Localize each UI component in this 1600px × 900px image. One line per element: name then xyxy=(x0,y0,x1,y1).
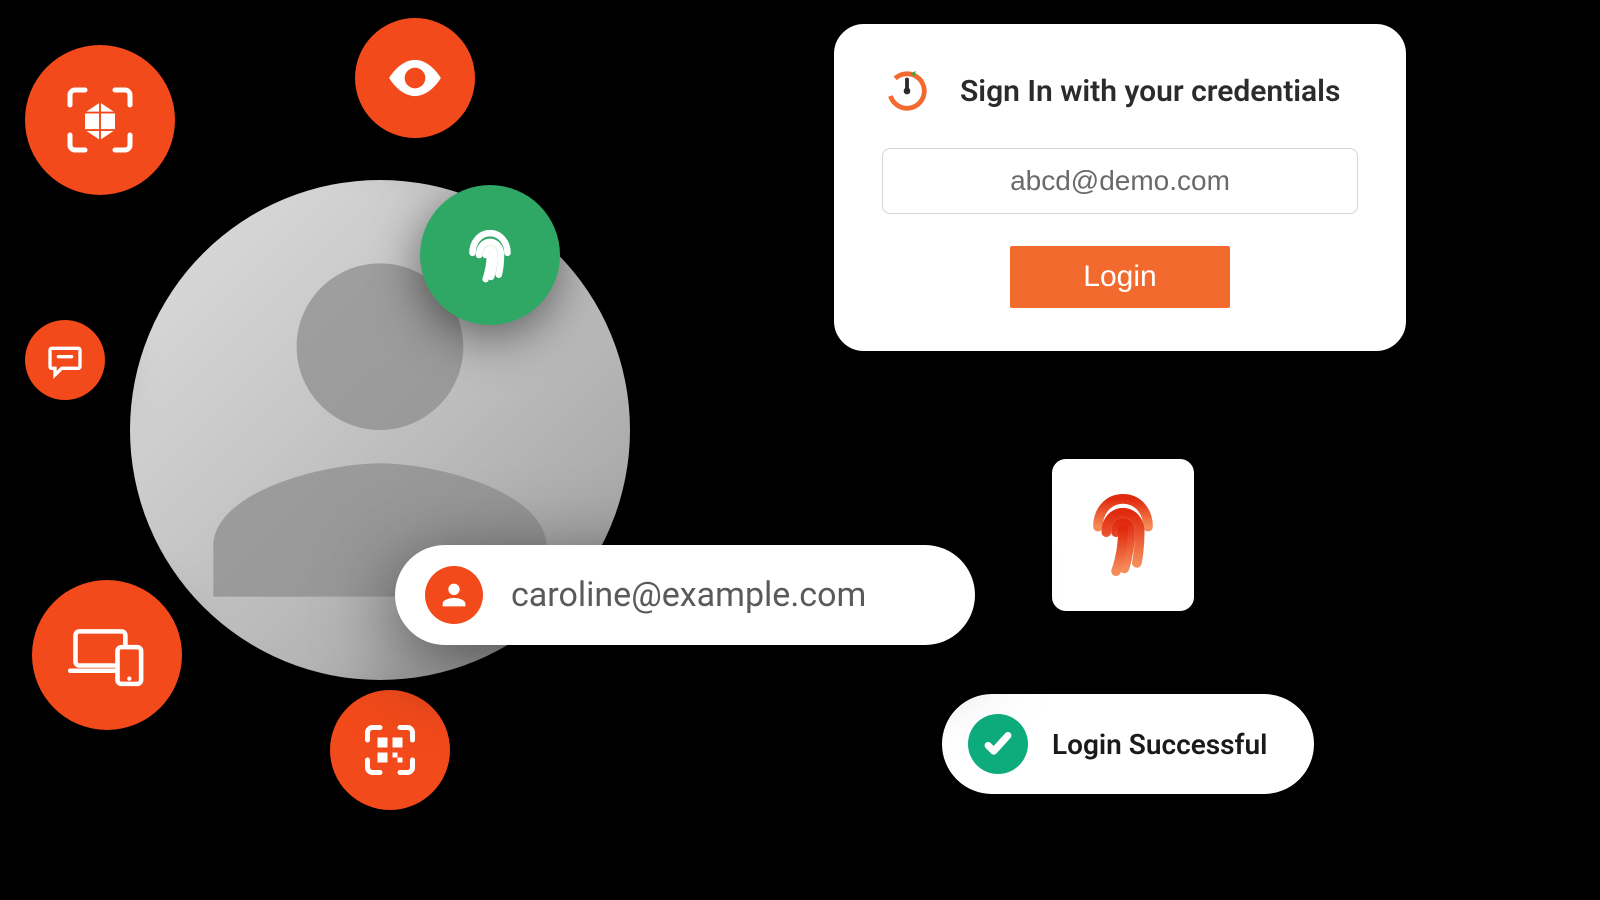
connector-line xyxy=(1050,405,1117,409)
signin-card: Sign In with your credentials Login xyxy=(830,20,1410,355)
login-button[interactable]: Login xyxy=(1010,246,1230,308)
connector-line xyxy=(1115,355,1119,410)
chat-icon xyxy=(25,320,105,400)
face-id-icon xyxy=(25,45,175,195)
login-success-text: Login Successful xyxy=(1052,728,1267,761)
fingerprint-verify-card xyxy=(1048,455,1198,615)
fingerprint-icon xyxy=(1078,485,1168,585)
user-icon xyxy=(425,566,483,624)
check-icon xyxy=(968,714,1028,774)
user-email-text: caroline@example.com xyxy=(511,575,866,615)
signin-title: Sign In with your credentials xyxy=(960,74,1340,109)
connector-line xyxy=(555,260,833,264)
qr-code-icon xyxy=(330,690,450,810)
email-input[interactable] xyxy=(882,148,1358,214)
fingerprint-icon xyxy=(455,220,525,290)
signin-header: Sign In with your credentials xyxy=(882,66,1358,116)
login-success-pill: Login Successful xyxy=(938,690,1318,798)
fingerprint-badge-green xyxy=(420,185,560,325)
connector-line xyxy=(1115,405,1119,457)
eye-icon xyxy=(355,18,475,138)
devices-icon xyxy=(32,580,182,730)
connector-line xyxy=(1120,615,1124,697)
user-email-pill: caroline@example.com xyxy=(395,545,975,645)
brand-logo-icon xyxy=(882,66,932,116)
